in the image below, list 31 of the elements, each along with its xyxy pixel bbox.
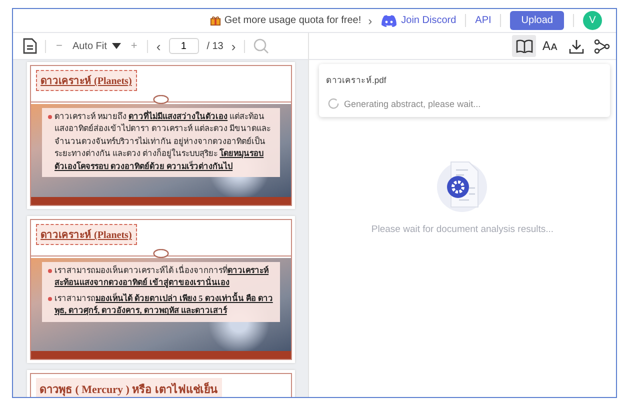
discord-icon	[381, 14, 398, 26]
zoom-dropdown[interactable]: Auto Fit	[72, 40, 121, 52]
page-number-field[interactable]: 1	[168, 38, 199, 54]
discord-link[interactable]: Join Discord	[401, 15, 456, 26]
font-size-button[interactable]: Aᴀ	[538, 35, 562, 57]
bullet-icon	[48, 115, 52, 119]
download-icon[interactable]	[568, 38, 584, 54]
bullet-text: เราสามารถมองเห็นได้ ด้วยตาเปล่า เพียง 5 ดวงเท่านั้น คือ ดาวพุธ, ดาวศุกร์, ดาวอังคาร, ดาวพฤหัส และดาวเสาร์	[54, 294, 273, 316]
chevron[interactable]: ›	[368, 14, 372, 28]
api-link[interactable]: API	[475, 15, 492, 26]
bullet-text: เราสามารถมองเห็นดาวเคราะห์ได้ เนื่องจากการที่ดาวเคราะห์สะท้อนแสงจากดวงอาทิตย์ เข้าสู่ตาของเรานั่นเอง	[54, 266, 269, 288]
analysis-message: Please wait for document analysis results...	[371, 224, 554, 235]
document-icon[interactable]	[23, 38, 37, 54]
spinner-icon	[328, 98, 339, 109]
book-icon[interactable]	[516, 39, 532, 53]
upload-button[interactable]: Upload	[510, 11, 564, 30]
bullet-icon	[48, 269, 52, 273]
status-text: Generating abstract, please wait...	[344, 98, 481, 108]
file-name: ดาวเคราะห์.pdf	[326, 74, 388, 87]
next-page-button[interactable]: ›	[231, 38, 236, 54]
bullet-text: ดาวเคราะห์ หมายถึง ดาวที่ไม่มีแสงสว่างในตัวเอง แต่สะท้อนแสงอาทิตย์ส่องเข้าไปดารา ดาวเคราะห์ แต่ละดวง มีขนาดและจำนวนดวงจันทร์บริวารไม่เท่ากัน อยู่ห่างจากดวงอาทิตย์เป็นระยะทางต่างกัน และดวง ต่างก็อยู่ในระบบสุริยะ โดยหมุนรอบตัวเองโคจรรอบ ดวงอาทิตย์ด้วย ความเร็วต่างกันไป	[54, 112, 271, 171]
slide-title: ดาวเคราะห์ (Planets)	[36, 70, 137, 91]
previous-page-button[interactable]: ‹	[156, 38, 161, 54]
caret-icon	[112, 43, 121, 49]
bullet-icon	[48, 296, 52, 301]
share-icon[interactable]	[594, 38, 610, 54]
slide-title: ดาวเคราะห์ (Planets)	[36, 224, 137, 245]
slide-title: ดาวพุธ ( Mercury ) หรือ เตาไฟแช่เย็น	[36, 378, 222, 397]
promo-text[interactable]: Get more usage quota for free!	[224, 15, 362, 26]
gift-icon	[210, 15, 222, 26]
page-count: / 13	[206, 40, 224, 52]
